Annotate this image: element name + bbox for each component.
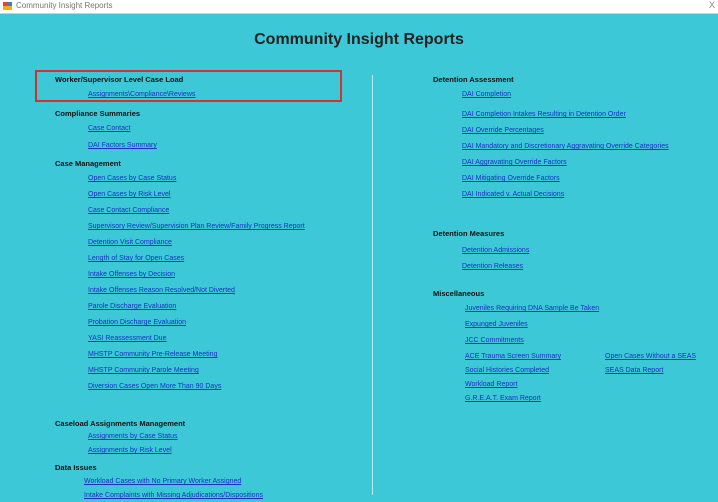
link-workload-no-primary[interactable]: Workload Cases with No Primary Worker As…: [84, 478, 241, 485]
heading-data-issues: Data Issues: [55, 463, 97, 472]
link-dai-aggravating-factors[interactable]: DAI Aggravating Override Factors: [462, 159, 567, 166]
link-detention-releases[interactable]: Detention Releases: [462, 263, 523, 270]
link-probation-discharge[interactable]: Probation Discharge Evaluation: [88, 319, 186, 326]
link-open-cases-status[interactable]: Open Cases by Case Status: [88, 175, 176, 182]
link-expunged-juveniles[interactable]: Expunged Juveniles: [465, 321, 528, 328]
link-detention-admissions[interactable]: Detention Admissions: [462, 247, 529, 254]
link-workload-report[interactable]: Workload Report: [465, 381, 517, 388]
link-seas-data-report[interactable]: SEAS Data Report: [605, 367, 663, 374]
link-ace-trauma[interactable]: ACE Trauma Screen Summary: [465, 353, 561, 360]
main-panel: Community Insight Reports Worker/Supervi…: [0, 14, 718, 502]
link-intake-missing-adjudications[interactable]: Intake Complaints with Missing Adjudicat…: [84, 492, 263, 499]
link-assignments-case-status[interactable]: Assignments by Case Status: [88, 433, 178, 440]
link-parole-discharge[interactable]: Parole Discharge Evaluation: [88, 303, 176, 310]
page-title: Community Insight Reports: [254, 31, 464, 48]
link-great-exam[interactable]: G.R.E.A.T. Exam Report: [465, 395, 541, 402]
link-mhstp-pre-release[interactable]: MHSTP Community Pre-Release Meeting: [88, 351, 217, 358]
heading-caseload-assignments: Caseload Assignments Management: [55, 419, 186, 428]
link-dai-mandatory-discretionary[interactable]: DAI Mandatory and Discretionary Aggravat…: [462, 143, 669, 150]
link-dai-completion[interactable]: DAI Completion: [462, 91, 511, 98]
link-yasi-reassessment[interactable]: YASI Reassessment Due: [88, 335, 166, 342]
link-intake-offenses-reason[interactable]: Intake Offenses Reason Resolved/Not Dive…: [88, 287, 235, 294]
link-detention-visit-compliance[interactable]: Detention Visit Compliance: [88, 239, 172, 246]
link-assignments-risk-level[interactable]: Assignments by Risk Level: [88, 447, 172, 454]
link-assignments-compliance-reviews[interactable]: Assignments\Compliance\Reviews: [88, 91, 195, 98]
link-dna-sample[interactable]: Juveniles Requiring DNA Sample Be Taken: [465, 305, 599, 312]
link-diversion-cases[interactable]: Diversion Cases Open More Than 90 Days: [88, 383, 221, 390]
link-dai-mitigating-factors[interactable]: DAI Mitigating Override Factors: [462, 175, 560, 182]
heading-worker-caseload: Worker/Supervisor Level Case Load: [55, 75, 184, 84]
link-supervisory-review[interactable]: Supervisory Review/Supervision Plan Revi…: [88, 223, 305, 230]
link-intake-offenses-decision[interactable]: Intake Offenses by Decision: [88, 271, 175, 278]
heading-detention-measures: Detention Measures: [433, 229, 505, 238]
heading-compliance-summaries: Compliance Summaries: [55, 109, 141, 118]
link-open-cases-risk[interactable]: Open Cases by Risk Level: [88, 191, 170, 198]
link-open-cases-without-seas[interactable]: Open Cases Without a SEAS: [605, 353, 696, 360]
link-dai-factors-summary[interactable]: DAI Factors Summary: [88, 142, 157, 149]
window-titlebar: Community Insight Reports X: [0, 0, 718, 14]
heading-detention-assessment: Detention Assessment: [433, 75, 514, 84]
heading-case-management: Case Management: [55, 159, 121, 168]
link-length-of-stay[interactable]: Length of Stay for Open Cases: [88, 255, 184, 262]
link-social-histories[interactable]: Social Histories Completed: [465, 367, 549, 374]
heading-miscellaneous: Miscellaneous: [433, 289, 485, 298]
link-jcc-commitments[interactable]: JCC Commitments: [465, 337, 524, 344]
link-case-contact[interactable]: Case Contact: [88, 125, 130, 132]
link-dai-indicated-actual[interactable]: DAI Indicated v. Actual Decisions: [462, 191, 564, 198]
column-divider: [372, 75, 373, 495]
link-case-contact-compliance[interactable]: Case Contact Compliance: [88, 207, 169, 214]
window-title: Community Insight Reports: [16, 1, 113, 10]
link-dai-override-percentages[interactable]: DAI Override Percentages: [462, 127, 544, 134]
app-icon: [3, 2, 12, 10]
link-mhstp-parole[interactable]: MHSTP Community Parole Meeting: [88, 367, 199, 374]
close-icon[interactable]: X: [709, 0, 715, 10]
link-dai-completion-intakes[interactable]: DAI Completion Intakes Resulting in Dete…: [462, 111, 626, 118]
